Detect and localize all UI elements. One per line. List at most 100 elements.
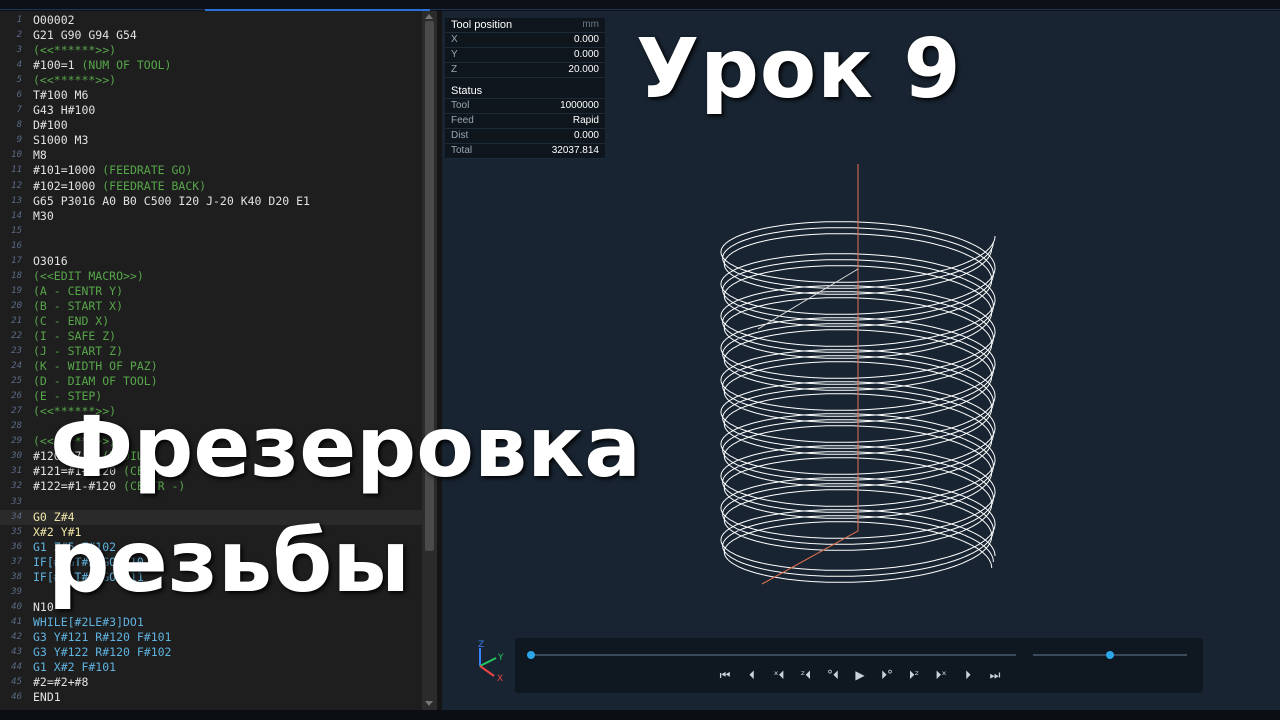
line-number: 11: [11, 165, 22, 176]
code-line[interactable]: 23 (J - START Z): [0, 344, 422, 359]
line-number: 41: [11, 616, 22, 627]
code-token: #101=1000: [33, 163, 103, 178]
code-line[interactable]: 46 END1: [0, 690, 422, 705]
code-token: (C - END X): [33, 313, 110, 328]
code-token: (FEEDRATE GO): [102, 163, 193, 178]
code-text: (I - SAFE Z): [33, 329, 116, 344]
code-line[interactable]: 4 #100=1 (NUM OF TOOL): [0, 58, 422, 73]
playback-bar: ⏮ ⏴ ˣ⏴ ᶻ⏴ °⏴ ▶ ⏵° ⏵ᶻ ⏵ˣ ⏵ ⏭: [515, 638, 1203, 693]
line-number: 34: [11, 511, 22, 522]
step-fwd-all-icon[interactable]: ⏵°: [877, 668, 897, 683]
code-text: M30: [33, 209, 54, 224]
code-line[interactable]: 19 (A - CENTR Y): [0, 284, 422, 299]
code-line[interactable]: 43 G3 Y#122 R#120 F#102: [0, 645, 422, 660]
line-number: 21: [11, 315, 22, 326]
code-text: S1000 M3: [33, 133, 88, 148]
line-number: 36: [11, 541, 22, 552]
play-icon[interactable]: ▶: [850, 668, 870, 682]
code-line[interactable]: 44 G1 X#2 F#101: [0, 660, 422, 675]
step-back-z-icon[interactable]: ᶻ⏴: [796, 668, 816, 683]
dist-row: Dist 0.000: [445, 129, 605, 144]
x-row: X 0.000: [445, 33, 605, 48]
scroll-up-icon[interactable]: [425, 14, 433, 19]
code-token: (NUM OF TOOL): [81, 58, 172, 73]
code-line[interactable]: 16: [0, 239, 422, 254]
code-line[interactable]: 9 S1000 M3: [0, 133, 422, 148]
step-back-all-icon[interactable]: °⏴: [823, 668, 843, 683]
code-line[interactable]: 33: [0, 495, 422, 510]
code-line[interactable]: 14 M30: [0, 209, 422, 224]
code-line[interactable]: 41 WHILE[#2LE#3]DO1: [0, 615, 422, 630]
code-line[interactable]: 21 (C - END X): [0, 314, 422, 329]
code-line[interactable]: 2 G21 G90 G94 G54: [0, 28, 422, 43]
code-line[interactable]: 10 M8: [0, 148, 422, 163]
overlay-title-line1: Фрезеровка: [50, 398, 641, 496]
code-text: (<<******>>): [33, 73, 116, 88]
code-token: G3 Y#122 R#120 F#102: [33, 644, 172, 659]
code-token: D#100: [33, 118, 68, 133]
line-number: 2: [16, 30, 22, 41]
code-line[interactable]: 17 O3016: [0, 254, 422, 269]
code-line[interactable]: 12 #102=1000 (FEEDRATE BACK): [0, 179, 422, 194]
axis-gizmo[interactable]: Z Y X: [470, 638, 510, 686]
code-line[interactable]: 24 (K - WIDTH OF PAZ): [0, 359, 422, 374]
line-number: 29: [11, 436, 22, 447]
code-line[interactable]: 22 (I - SAFE Z): [0, 329, 422, 344]
overlay-title-line2: резьбы: [48, 512, 411, 612]
line-number: 38: [11, 571, 22, 582]
step-back-x-icon[interactable]: ˣ⏴: [769, 668, 789, 683]
line-number: 1: [16, 15, 22, 25]
line-number: 45: [11, 677, 22, 688]
code-token: S1000 M3: [33, 133, 89, 148]
status-title: Status: [451, 85, 483, 97]
code-text: D#100: [33, 118, 68, 133]
line-number: 46: [11, 692, 22, 703]
code-line[interactable]: 15: [0, 224, 422, 239]
code-line[interactable]: 20 (B - START X): [0, 299, 422, 314]
line-number: 7: [16, 105, 22, 116]
code-token: T#100 M6: [33, 88, 89, 103]
progress-handle[interactable]: [527, 651, 535, 659]
unit-label: mm: [582, 19, 599, 30]
step-fwd-icon[interactable]: ⏵: [958, 668, 978, 683]
lesson-title: Урок 9: [636, 22, 962, 117]
code-line[interactable]: 1 O00002: [0, 13, 422, 28]
tool-value: 1000000: [560, 100, 599, 111]
code-text: (J - START Z): [33, 344, 123, 359]
code-line[interactable]: 7 G43 H#100: [0, 103, 422, 118]
code-token: (<<******>>): [33, 43, 117, 58]
code-line[interactable]: 18 (<<EDIT MACRO>>): [0, 269, 422, 284]
x-value: 0.000: [573, 34, 599, 45]
code-text: WHILE[#2LE#3]DO1: [33, 615, 144, 630]
line-number: 32: [11, 481, 22, 492]
code-token: O3016: [33, 253, 68, 268]
code-line[interactable]: 42 G3 Y#121 R#120 F#101: [0, 630, 422, 645]
code-token: M8: [33, 148, 47, 163]
line-number: 33: [11, 496, 22, 507]
line-number: 17: [11, 255, 22, 266]
code-line[interactable]: 13 G65 P3016 A0 B0 C500 I20 J-20 K40 D20 …: [0, 194, 422, 209]
step-back-icon[interactable]: ⏴: [742, 668, 762, 683]
progress-track[interactable]: [531, 654, 1016, 656]
code-line[interactable]: 3 (<<******>>): [0, 43, 422, 58]
step-fwd-x-icon[interactable]: ⏵ˣ: [931, 668, 951, 683]
code-line[interactable]: 8 D#100: [0, 118, 422, 133]
code-line[interactable]: 6 T#100 M6: [0, 88, 422, 103]
code-line[interactable]: 5 (<<******>>): [0, 73, 422, 88]
skip-end-icon[interactable]: ⏭: [985, 668, 1005, 683]
line-number: 42: [11, 631, 22, 642]
line-number: 12: [11, 180, 22, 191]
code-line[interactable]: 45 #2=#2+#8: [0, 675, 422, 690]
line-number: 8: [16, 120, 22, 131]
code-line[interactable]: 25 (D - DIAM OF TOOL): [0, 374, 422, 389]
code-token: (A - CENTR Y): [33, 283, 124, 298]
y-row: Y 0.000: [445, 48, 605, 63]
scroll-down-icon[interactable]: [425, 701, 433, 706]
line-number: 40: [11, 601, 22, 612]
skip-start-icon[interactable]: ⏮: [715, 668, 735, 683]
code-line[interactable]: 11 #101=1000 (FEEDRATE GO): [0, 163, 422, 178]
line-number: 10: [11, 150, 22, 161]
line-number: 31: [11, 466, 22, 477]
speed-handle[interactable]: [1106, 651, 1114, 659]
step-fwd-z-icon[interactable]: ⏵ᶻ: [904, 668, 924, 683]
